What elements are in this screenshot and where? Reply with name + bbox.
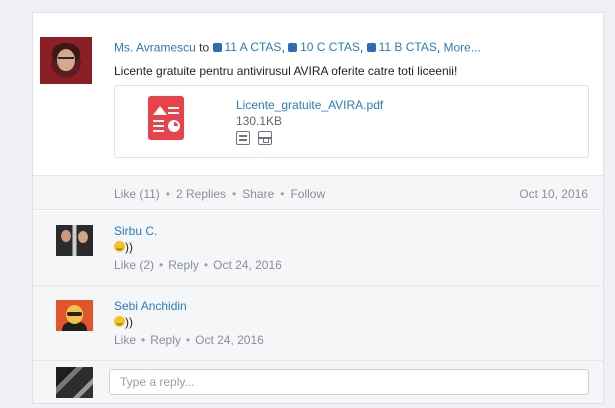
group-icon xyxy=(288,42,298,52)
reply-item: Sebi Anchidin )) Like • Reply • Oct 24, 2016 xyxy=(33,286,603,361)
like-button[interactable]: Like (11) xyxy=(114,187,160,201)
current-user-avatar xyxy=(56,367,93,398)
reply-actions: Like • Reply • Oct 24, 2016 xyxy=(114,333,264,347)
post-meta: Ms. Avramescu to 11 A CTAS, 10 C CTAS, 1… xyxy=(114,40,481,55)
reply-like-button[interactable]: Like (2) xyxy=(114,258,154,272)
group-icon xyxy=(366,42,376,52)
post-date: Oct 10, 2016 xyxy=(519,187,588,201)
reply-button[interactable]: Reply xyxy=(150,333,181,347)
reply-avatar[interactable] xyxy=(56,225,93,256)
group-icon xyxy=(212,42,222,52)
share-button[interactable]: Share xyxy=(242,187,274,201)
follow-button[interactable]: Follow xyxy=(290,187,325,201)
file-size: 130.1KB xyxy=(236,114,283,128)
group-link[interactable]: 11 A CTAS xyxy=(212,40,281,54)
post-actions: Like (11) • 2 Replies • Share • Follow xyxy=(114,187,326,201)
reply-like-button[interactable]: Like xyxy=(114,333,136,347)
replies-button[interactable]: 2 Replies xyxy=(176,187,226,201)
post-header: Ms. Avramescu to 11 A CTAS, 10 C CTAS, 1… xyxy=(33,13,603,175)
smile-emoji-icon xyxy=(114,241,125,252)
post-footer: Like (11) • 2 Replies • Share • Follow Oct 10,… xyxy=(33,175,603,210)
file-actions xyxy=(236,131,272,145)
reply-date: Oct 24, 2016 xyxy=(195,333,264,347)
post-card: Ms. Avramescu to 11 A CTAS, 10 C CTAS, 1… xyxy=(32,12,604,404)
reply-author-link[interactable]: Sirbu C. xyxy=(114,224,157,238)
reply-text: )) xyxy=(114,240,133,254)
reply-author-link[interactable]: Sebi Anchidin xyxy=(114,299,187,313)
reply-button[interactable]: Reply xyxy=(168,258,199,272)
author-avatar[interactable] xyxy=(40,37,92,84)
save-to-backpack-icon[interactable] xyxy=(258,131,272,145)
reply-avatar[interactable] xyxy=(56,300,93,331)
attachment-card: Licente_gratuite_AVIRA.pdf 130.1KB xyxy=(114,85,589,158)
reply-date: Oct 24, 2016 xyxy=(213,258,282,272)
reply-actions: Like (2) • Reply • Oct 24, 2016 xyxy=(114,258,282,272)
group-link[interactable]: 11 B CTAS xyxy=(366,40,437,54)
to-label: to xyxy=(199,40,210,55)
reply-input[interactable] xyxy=(109,369,589,395)
author-link[interactable]: Ms. Avramescu xyxy=(114,41,196,55)
reply-item: Sirbu C. )) Like (2) • Reply • Oct 24, 2016 xyxy=(33,211,603,286)
reply-composer xyxy=(33,361,603,403)
smile-emoji-icon xyxy=(114,316,125,327)
more-groups-link[interactable]: More... xyxy=(444,41,481,55)
file-name-link[interactable]: Licente_gratuite_AVIRA.pdf xyxy=(236,98,383,112)
post-text: Licente gratuite pentru antivirusul AVIR… xyxy=(114,64,458,78)
pdf-file-icon[interactable] xyxy=(148,96,184,140)
group-link[interactable]: 10 C CTAS xyxy=(288,40,360,54)
reply-text: )) xyxy=(114,315,133,329)
preview-icon[interactable] xyxy=(236,131,250,145)
